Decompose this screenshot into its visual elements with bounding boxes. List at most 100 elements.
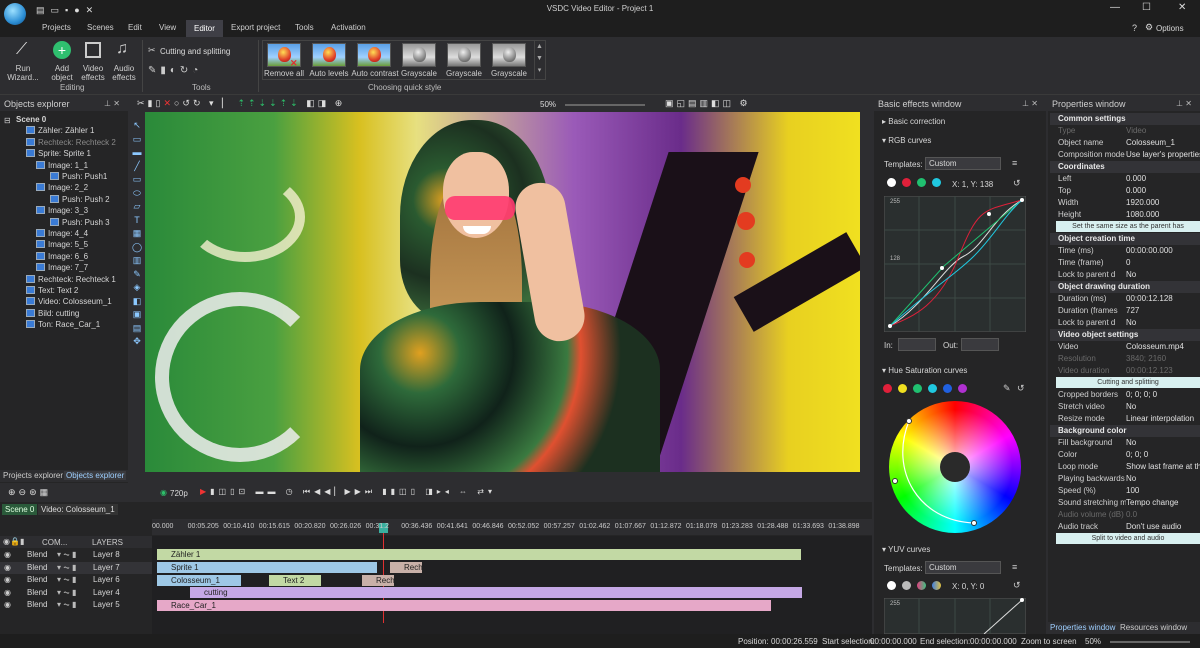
tree-item[interactable]: Push: Push1 bbox=[50, 171, 107, 182]
property-value[interactable]: Show last frame at the bbox=[1126, 461, 1200, 473]
timeline-clip[interactable]: Sprite 1 bbox=[157, 562, 377, 573]
style-auto-levels-thumb[interactable] bbox=[312, 43, 346, 67]
tool-icon[interactable]: ◧ bbox=[132, 296, 142, 306]
tool-icon[interactable]: ◈ bbox=[132, 282, 142, 292]
tool-icon[interactable]: ▥ bbox=[132, 255, 142, 265]
property-section[interactable]: Object creation time bbox=[1050, 233, 1200, 245]
timeline-clip[interactable]: Zähler 1 bbox=[157, 549, 801, 560]
rgb-curve-graph[interactable] bbox=[884, 196, 1026, 332]
menu-projects[interactable]: Projects bbox=[42, 23, 71, 32]
layer-icons[interactable]: ▾ ⏦ ▮ bbox=[57, 587, 76, 599]
timeline-clip[interactable]: Colosseum_1 bbox=[157, 575, 241, 586]
menu-edit[interactable]: Edit bbox=[128, 23, 142, 32]
in-input[interactable] bbox=[898, 338, 936, 351]
layer-row[interactable]: ◉ Blend ▾ ⏦ ▮ Layer 5 bbox=[0, 599, 152, 611]
style-label[interactable]: Grayscale bbox=[397, 69, 441, 78]
property-row[interactable]: Fill background No bbox=[1056, 437, 1200, 449]
reset-yuv-icon[interactable]: ↺ bbox=[1013, 580, 1021, 591]
tree-item[interactable]: Image: 7_7 bbox=[36, 262, 88, 273]
tab-resources-window[interactable]: Resources window bbox=[1120, 623, 1187, 632]
style-grayscale-thumb[interactable] bbox=[492, 43, 526, 67]
layer-row[interactable]: ◉ Blend ▾ ⏦ ▮ Layer 6 bbox=[0, 574, 152, 586]
style-label[interactable]: Auto levels bbox=[307, 69, 351, 78]
blend-mode[interactable]: Blend bbox=[27, 574, 47, 586]
property-row[interactable]: Loop mode Show last frame at the bbox=[1056, 461, 1200, 473]
tool-icon[interactable]: ▭ bbox=[132, 134, 142, 144]
property-row[interactable]: Audio volume (dB) 0.0 bbox=[1056, 509, 1200, 521]
property-value[interactable]: 727 bbox=[1126, 305, 1200, 317]
tree-item[interactable]: Image: 6_6 bbox=[36, 251, 88, 262]
tab-objects-explorer[interactable]: Objects explorer bbox=[64, 471, 127, 480]
editing-toolbar-icons[interactable]: ✂▮▯✕○↺↻ ▾ ▏ ⇡⇡⇣⇣⇡⇣ ◧◨ ⊕ bbox=[137, 98, 345, 109]
property-value[interactable]: No bbox=[1126, 401, 1200, 413]
style-label[interactable]: Grayscale bbox=[487, 69, 531, 78]
hue-channel-dots[interactable] bbox=[883, 384, 967, 395]
property-value[interactable]: 100 bbox=[1126, 485, 1200, 497]
property-row[interactable]: Type Video bbox=[1056, 125, 1200, 137]
property-section[interactable]: Coordinates bbox=[1050, 161, 1200, 173]
timeline-clip[interactable]: Rech bbox=[362, 575, 394, 586]
tab-video-colosseum[interactable]: Video: Colosseum_1 bbox=[38, 504, 118, 515]
property-action-button[interactable]: Cutting and splitting bbox=[1056, 377, 1200, 388]
tool-icon[interactable]: T bbox=[132, 215, 142, 225]
property-value[interactable]: Linear interpolation bbox=[1126, 413, 1200, 425]
property-section[interactable]: Object drawing duration bbox=[1050, 281, 1200, 293]
style-grayscale-thumb[interactable] bbox=[447, 43, 481, 67]
add-object-button[interactable]: Add object bbox=[44, 64, 80, 82]
menu-tools[interactable]: Tools bbox=[295, 23, 314, 32]
basic-correction-section[interactable]: ▸ Basic correction bbox=[882, 117, 945, 126]
tool-icon[interactable]: ▭ bbox=[132, 174, 142, 184]
template-menu-icon[interactable]: ≡ bbox=[1012, 158, 1017, 168]
property-row[interactable]: Duration (frames 727 bbox=[1056, 305, 1200, 317]
tool-icon[interactable]: ✎ bbox=[132, 269, 142, 279]
tab-properties-window[interactable]: Properties window bbox=[1050, 623, 1115, 632]
tool-icon[interactable]: ◯ bbox=[132, 242, 142, 252]
panel-pin-close-icons[interactable]: ⊥ ✕ bbox=[104, 99, 120, 108]
property-row[interactable]: Cropped borders 0; 0; 0; 0 bbox=[1056, 389, 1200, 401]
blend-mode[interactable]: Blend bbox=[27, 549, 47, 561]
property-row[interactable]: Stretch video No bbox=[1056, 401, 1200, 413]
menu-export-project[interactable]: Export project bbox=[231, 23, 280, 32]
tool-icon[interactable]: ✥ bbox=[132, 336, 142, 346]
tree-item[interactable]: Push: Push 2 bbox=[50, 194, 110, 205]
eye-icon[interactable]: ◉ bbox=[4, 587, 11, 599]
tab-projects-explorer[interactable]: Projects explorer bbox=[3, 471, 63, 480]
property-value[interactable]: 3840; 2160 bbox=[1126, 353, 1200, 365]
property-section[interactable]: Common settings bbox=[1050, 113, 1200, 125]
property-row[interactable]: Lock to parent d No bbox=[1056, 269, 1200, 281]
property-row[interactable]: Composition mode Use layer's properties bbox=[1056, 149, 1200, 161]
property-value[interactable]: No bbox=[1126, 269, 1200, 281]
tree-item[interactable]: Rechteck: Rechteck 1 bbox=[26, 274, 116, 285]
timeline-clip[interactable]: Rech bbox=[390, 562, 422, 573]
gallery-scroll-button[interactable]: ▲ ▼ ▾ bbox=[534, 41, 544, 79]
tree-item[interactable]: Ton: Race_Car_1 bbox=[26, 319, 100, 330]
tab-scene-0[interactable]: Scene 0 bbox=[2, 504, 38, 515]
property-value[interactable]: 1920.000 bbox=[1126, 197, 1200, 209]
zoom-to-screen-button[interactable]: Zoom to screen bbox=[1021, 637, 1077, 646]
blend-mode[interactable]: Blend bbox=[27, 599, 47, 611]
property-value[interactable]: 0; 0; 0 bbox=[1126, 449, 1200, 461]
property-row[interactable]: Object name Colosseum_1 bbox=[1056, 137, 1200, 149]
reset-hue-icon[interactable]: ↺ bbox=[1017, 383, 1025, 394]
panel-pin-close-icons[interactable]: ⊥ ✕ bbox=[1176, 99, 1192, 108]
property-value[interactable]: Tempo change bbox=[1126, 497, 1200, 509]
options-label[interactable]: Options bbox=[1156, 24, 1184, 33]
property-value[interactable]: Colosseum.mp4 bbox=[1126, 341, 1200, 353]
menu-activation[interactable]: Activation bbox=[331, 23, 366, 32]
channel-dots[interactable] bbox=[887, 178, 941, 189]
property-row[interactable]: Resolution 3840; 2160 bbox=[1056, 353, 1200, 365]
menu-editor[interactable]: Editor bbox=[186, 20, 223, 37]
property-value[interactable]: 00:00:00.000 bbox=[1126, 245, 1200, 257]
property-row[interactable]: Time (frame) 0 bbox=[1056, 257, 1200, 269]
tool-icon[interactable]: ▱ bbox=[132, 201, 142, 211]
property-value[interactable]: Don't use audio bbox=[1126, 521, 1200, 533]
tool-icon[interactable]: ⬭ bbox=[132, 188, 142, 198]
zoom-slider[interactable] bbox=[565, 104, 645, 106]
minimize-button[interactable]: — bbox=[1110, 2, 1120, 13]
run-wizard-button[interactable]: Run Wizard... bbox=[4, 64, 42, 82]
property-value[interactable]: 1080.000 bbox=[1126, 209, 1200, 221]
reset-curve-icon[interactable]: ↺ bbox=[1013, 178, 1021, 189]
eye-icon[interactable]: ◉ bbox=[4, 599, 11, 611]
layer-row[interactable]: ◉ Blend ▾ ⏦ ▮ Layer 8 bbox=[0, 549, 152, 561]
property-row[interactable]: Resize mode Linear interpolation bbox=[1056, 413, 1200, 425]
